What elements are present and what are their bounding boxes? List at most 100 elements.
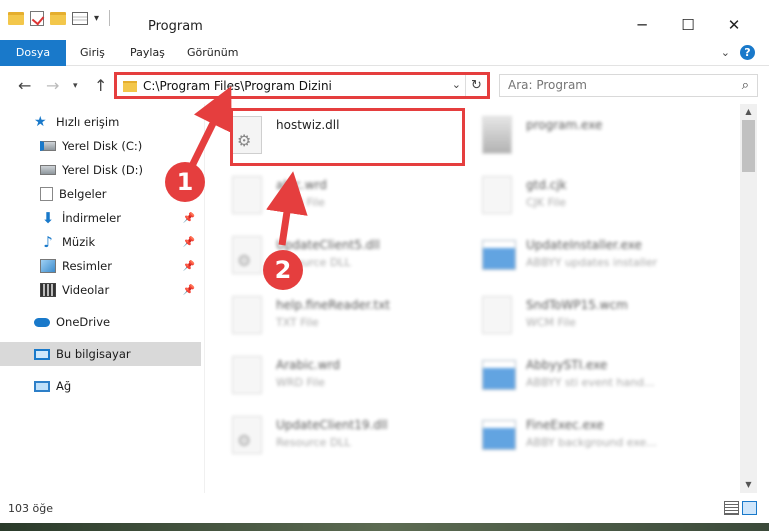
pin-icon[interactable]: 📌 — [183, 237, 195, 248]
file-type: TXT File — [276, 316, 319, 329]
sidebar-item-label: Belgeler — [59, 187, 107, 201]
file-item[interactable]: Arabic.wrd WRD File — [206, 348, 446, 404]
file-name: AbbyySTI.exe — [526, 358, 608, 372]
quick-access-toolbar: ▾ — [8, 10, 111, 26]
file-name: gtd.cjk — [526, 178, 567, 192]
search-icon[interactable]: ⌕ — [742, 78, 749, 93]
tab-view[interactable]: Görünüm — [187, 40, 238, 66]
close-button[interactable]: ✕ — [711, 12, 757, 38]
drive-icon — [40, 141, 56, 151]
dll-file-icon — [232, 416, 262, 454]
address-bar[interactable]: C:\Program Files\Program Dizini ⌄ ↻ — [114, 72, 490, 99]
pin-icon[interactable]: 📌 — [183, 285, 195, 296]
forward-arrow-icon[interactable]: → — [46, 76, 59, 95]
sidebar-item-label: Yerel Disk (D:) — [62, 163, 144, 177]
documents-icon — [40, 187, 53, 201]
address-path[interactable]: C:\Program Files\Program Dizini — [143, 79, 332, 93]
file-name: program.exe — [526, 118, 603, 132]
back-arrow-icon[interactable]: ← — [18, 76, 31, 95]
file-name: FineExec.exe — [526, 418, 604, 432]
customize-dropdown-icon[interactable]: ▾ — [94, 13, 99, 24]
search-box[interactable]: ⌕ — [499, 74, 758, 97]
sidebar-item-quick-access[interactable]: ★ Hızlı erişim — [0, 110, 201, 134]
sidebar-item-local-disk-c[interactable]: Yerel Disk (C:) — [0, 134, 201, 158]
folder-icon — [8, 11, 24, 25]
sidebar-item-label: Müzik — [62, 235, 96, 249]
file-type: ABBYY updates installer — [526, 256, 658, 269]
film-strip-icon — [40, 283, 56, 297]
tab-home[interactable]: Giriş — [80, 40, 105, 66]
file-type: CJK File — [526, 196, 567, 209]
sidebar-item-network[interactable]: Ağ — [0, 374, 201, 398]
highlight-box — [230, 108, 465, 166]
file-type: WRD File — [276, 196, 325, 209]
address-dropdown-chevron-icon[interactable]: ⌄ — [452, 78, 461, 91]
sidebar-item-label: Hızlı erişim — [56, 115, 120, 129]
window-title: Program — [148, 19, 203, 34]
file-list: hostwiz.dll program.exe abic.wrd WRD Fil… — [206, 104, 740, 493]
file-type: WCM File — [526, 316, 576, 329]
sidebar-item-pictures[interactable]: Resimler 📌 — [0, 254, 201, 278]
pin-icon[interactable]: 📌 — [183, 261, 195, 272]
sidebar-item-label: OneDrive — [56, 315, 111, 329]
file-item[interactable]: gtd.cjk CJK File — [456, 168, 696, 224]
recent-locations-chevron-icon[interactable]: ▾ — [73, 81, 78, 91]
maximize-button[interactable]: ☐ — [665, 12, 711, 38]
navigation-pane: ★ Hızlı erişim Yerel Disk (C:) Yerel Dis… — [0, 104, 205, 493]
file-item[interactable]: program.exe — [456, 108, 696, 164]
file-name: UpdateInstaller.exe — [526, 238, 642, 252]
search-input[interactable] — [508, 78, 718, 92]
drive-icon — [40, 165, 56, 175]
expand-ribbon-chevron-icon[interactable]: ⌄ — [721, 46, 730, 59]
vertical-scrollbar[interactable]: ▲ ▼ — [740, 104, 757, 493]
sidebar-item-downloads[interactable]: ⬇ İndirmeler 📌 — [0, 206, 201, 230]
details-view-icon[interactable] — [724, 501, 739, 515]
sidebar-item-label: Bu bilgisayar — [56, 347, 131, 361]
sidebar-item-onedrive[interactable]: OneDrive — [0, 310, 201, 334]
exe-file-icon — [482, 116, 512, 154]
sidebar-item-music[interactable]: ♪ Müzik 📌 — [0, 230, 201, 254]
file-item[interactable]: UpdateClient19.dll Resource DLL — [206, 408, 446, 464]
scroll-up-arrow-icon[interactable]: ▲ — [740, 104, 757, 120]
properties-check-icon[interactable] — [30, 10, 44, 26]
file-item[interactable]: UpdateClient5.dll Resource DLL — [206, 228, 446, 284]
file-name: Arabic.wrd — [276, 358, 341, 372]
file-name: SndToWP15.wcm — [526, 298, 628, 312]
file-item[interactable]: SndToWP15.wcm WCM File — [456, 288, 696, 344]
refresh-icon[interactable]: ↻ — [465, 75, 487, 96]
item-count: 103 öğe — [8, 502, 53, 515]
folder-icon — [123, 81, 137, 92]
file-type: ABBY background exe... — [526, 436, 657, 449]
exe-file-icon — [482, 360, 516, 390]
generic-file-icon — [482, 296, 512, 334]
sidebar-item-label: Ağ — [56, 379, 72, 393]
scroll-down-arrow-icon[interactable]: ▼ — [740, 477, 757, 493]
file-name: UpdateClient19.dll — [276, 418, 388, 432]
dll-file-icon — [232, 236, 262, 274]
scrollbar-thumb[interactable] — [742, 120, 755, 172]
up-arrow-icon[interactable]: ↑ — [94, 76, 107, 95]
sidebar-item-label: Videolar — [62, 283, 110, 297]
tab-share[interactable]: Paylaş — [130, 40, 165, 66]
minimize-button[interactable]: ─ — [619, 12, 665, 38]
large-icons-view-icon[interactable] — [742, 501, 757, 515]
file-item[interactable]: AbbyySTI.exe ABBYY sti event hand... — [456, 348, 696, 404]
generic-file-icon — [232, 356, 262, 394]
star-icon: ★ — [34, 114, 47, 130]
pin-icon[interactable]: 📌 — [183, 213, 195, 224]
file-item[interactable]: FineExec.exe ABBY background exe... — [456, 408, 696, 464]
help-icon[interactable]: ? — [740, 45, 755, 60]
sidebar-item-videos[interactable]: Videolar 📌 — [0, 278, 201, 302]
generic-file-icon — [482, 176, 512, 214]
cloud-icon — [34, 317, 50, 327]
customize-icon[interactable] — [72, 11, 88, 25]
new-folder-icon[interactable] — [50, 11, 66, 25]
download-arrow-icon: ⬇ — [41, 209, 55, 227]
file-item[interactable]: help.fineReader.txt TXT File — [206, 288, 446, 344]
navigation-bar: ← → ▾ ↑ C:\Program Files\Program Dizini … — [0, 66, 769, 104]
sidebar-item-this-pc[interactable]: Bu bilgisayar — [0, 342, 201, 366]
sidebar-item-label: İndirmeler — [62, 211, 121, 225]
computer-icon — [34, 348, 50, 360]
file-item[interactable]: UpdateInstaller.exe ABBYY updates instal… — [456, 228, 696, 284]
file-item[interactable]: abic.wrd WRD File — [206, 168, 446, 224]
